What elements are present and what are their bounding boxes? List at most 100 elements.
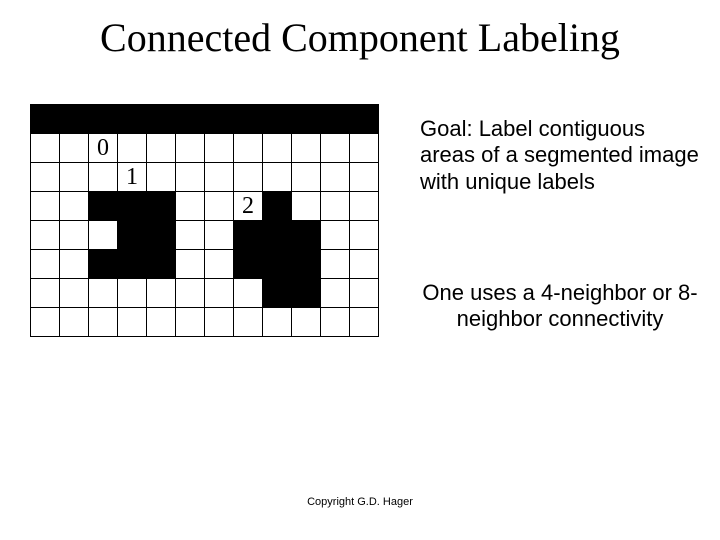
grid-cell — [321, 221, 350, 250]
grid-cell — [205, 279, 234, 308]
grid-cell — [147, 163, 176, 192]
grid-cell-label-2: 2 — [234, 192, 263, 221]
grid-row — [31, 250, 379, 279]
grid-cell — [147, 308, 176, 337]
grid-cell — [118, 134, 147, 163]
grid-cell — [60, 250, 89, 279]
slide: Connected Component Labeling 0 1 2 — [0, 0, 720, 540]
grid-cell — [234, 221, 263, 250]
grid-cell — [31, 250, 60, 279]
grid-cell — [60, 279, 89, 308]
grid-cell — [60, 134, 89, 163]
grid-cell — [292, 105, 321, 134]
grid-cell — [234, 105, 263, 134]
grid-cell — [292, 134, 321, 163]
grid-cell — [321, 105, 350, 134]
grid-row — [31, 279, 379, 308]
grid-cell — [292, 163, 321, 192]
grid-cell — [292, 221, 321, 250]
grid-cell — [263, 163, 292, 192]
grid-cell — [292, 192, 321, 221]
grid-cell — [60, 163, 89, 192]
grid-cell-label-1: 1 — [118, 163, 147, 192]
grid-cell-label-0: 0 — [89, 134, 118, 163]
grid-cell — [205, 134, 234, 163]
grid-cell — [321, 163, 350, 192]
grid-cell — [60, 308, 89, 337]
grid-cell — [234, 308, 263, 337]
grid-cell — [118, 308, 147, 337]
grid-cell — [263, 105, 292, 134]
grid-table: 0 1 2 — [30, 104, 379, 337]
grid-cell — [31, 192, 60, 221]
grid-cell — [118, 192, 147, 221]
grid-cell — [31, 279, 60, 308]
grid-cell — [60, 105, 89, 134]
grid-cell — [321, 308, 350, 337]
grid-cell — [176, 134, 205, 163]
grid-cell — [31, 105, 60, 134]
grid-cell — [118, 279, 147, 308]
grid-cell — [118, 105, 147, 134]
grid-row: 2 — [31, 192, 379, 221]
grid-cell — [205, 192, 234, 221]
grid-cell — [321, 250, 350, 279]
grid-cell — [350, 134, 379, 163]
grid-cell — [350, 308, 379, 337]
grid-cell — [147, 250, 176, 279]
grid-cell — [89, 105, 118, 134]
grid-cell — [147, 134, 176, 163]
grid-cell — [350, 163, 379, 192]
grid-cell — [31, 308, 60, 337]
grid-cell — [321, 134, 350, 163]
grid-cell — [89, 192, 118, 221]
grid-cell — [205, 163, 234, 192]
grid-cell — [89, 308, 118, 337]
grid-cell — [89, 163, 118, 192]
grid-cell — [147, 279, 176, 308]
grid-cell — [292, 279, 321, 308]
grid-cell — [31, 134, 60, 163]
grid-cell — [292, 308, 321, 337]
grid-cell — [176, 221, 205, 250]
grid-cell — [292, 250, 321, 279]
grid-row — [31, 105, 379, 134]
grid-cell — [234, 163, 263, 192]
grid-cell — [147, 105, 176, 134]
grid-cell — [321, 192, 350, 221]
grid-row: 1 — [31, 163, 379, 192]
grid-cell — [205, 250, 234, 279]
grid-cell — [89, 250, 118, 279]
grid-cell — [60, 192, 89, 221]
grid-cell — [263, 308, 292, 337]
grid-cell — [263, 250, 292, 279]
grid-cell — [31, 163, 60, 192]
grid-cell — [350, 221, 379, 250]
grid-cell — [263, 221, 292, 250]
grid-cell — [60, 221, 89, 250]
grid-row — [31, 308, 379, 337]
grid-cell — [118, 250, 147, 279]
grid-cell — [176, 192, 205, 221]
labeling-grid: 0 1 2 — [30, 104, 379, 337]
grid-cell — [350, 105, 379, 134]
grid-cell — [31, 221, 60, 250]
grid-cell — [263, 192, 292, 221]
grid-row: 0 — [31, 134, 379, 163]
goal-text: Goal: Label contiguous areas of a segmen… — [420, 116, 700, 195]
grid-cell — [205, 308, 234, 337]
grid-cell — [234, 250, 263, 279]
grid-cell — [89, 221, 118, 250]
grid-cell — [205, 221, 234, 250]
grid-cell — [234, 279, 263, 308]
grid-cell — [263, 279, 292, 308]
grid-cell — [350, 250, 379, 279]
grid-cell — [263, 134, 292, 163]
grid-cell — [118, 221, 147, 250]
grid-cell — [176, 308, 205, 337]
copyright-text: Copyright G.D. Hager — [0, 496, 720, 508]
slide-title: Connected Component Labeling — [0, 14, 720, 61]
grid-cell — [350, 192, 379, 221]
grid-cell — [176, 250, 205, 279]
connectivity-text: One uses a 4-neighbor or 8-neighbor conn… — [420, 280, 700, 333]
